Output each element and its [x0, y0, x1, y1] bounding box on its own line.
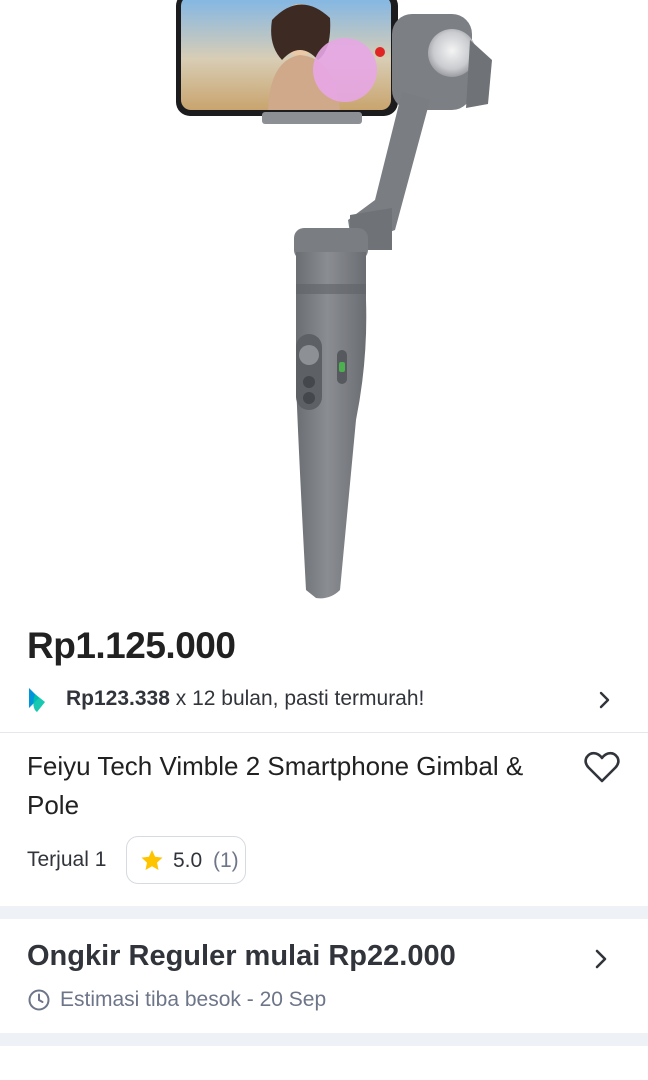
shipping-title[interactable]: Ongkir Reguler mulai Rp22.000 — [27, 940, 456, 973]
installment-terms: x 12 bulan, pasti termurah! — [169, 687, 425, 710]
shipping-eta: Estimasi tiba besok - 20 Sep — [60, 988, 327, 1011]
heart-icon[interactable] — [583, 750, 621, 784]
rating-value: 5.0 — [173, 849, 203, 872]
star-icon — [141, 850, 163, 870]
section-separator — [0, 1033, 648, 1046]
chevron-right-icon[interactable] — [594, 690, 614, 710]
product-image[interactable] — [0, 0, 648, 610]
chevron-right-icon[interactable] — [590, 947, 612, 971]
product-price: Rp1.125.000 — [27, 625, 236, 666]
divider — [0, 732, 648, 733]
product-title: Feiyu Tech Vimble 2 Smartphone Gimbal & … — [27, 751, 524, 820]
sold-count: Terjual 1 — [27, 848, 107, 871]
clock-icon — [28, 989, 50, 1011]
rating-count: (1) — [213, 849, 239, 872]
installment-text: Rp123.338 x 12 bulan, pasti termurah! — [66, 687, 424, 711]
gimbal-illustration — [176, 0, 492, 599]
installment-row[interactable]: Rp123.338 x 12 bulan, pasti termurah! — [0, 678, 648, 722]
section-separator — [0, 906, 648, 919]
rating-badge[interactable]: 5.0 (1) — [126, 836, 246, 884]
installment-amount: Rp123.338 — [66, 687, 170, 710]
paylater-icon — [29, 688, 45, 712]
